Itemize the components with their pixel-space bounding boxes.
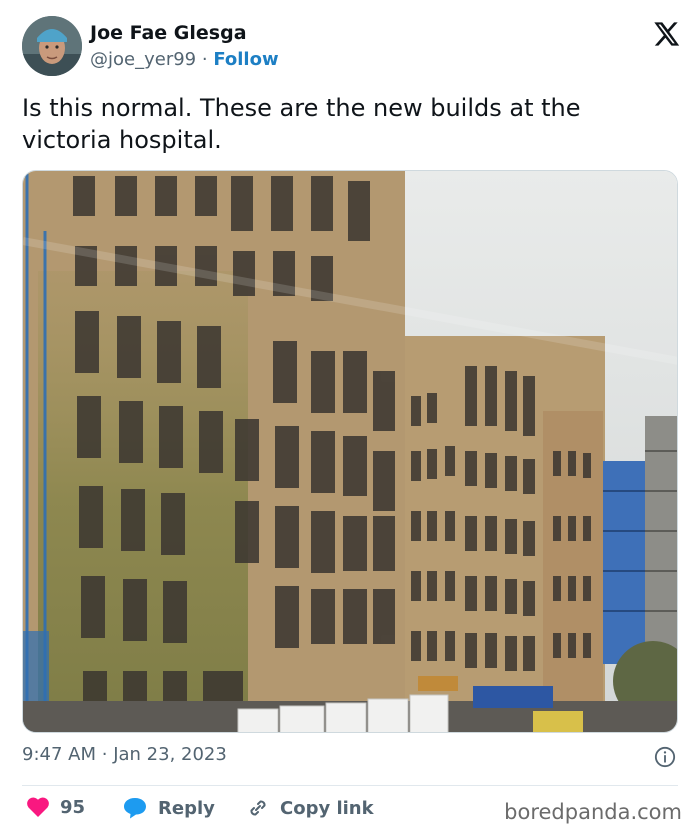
divider — [22, 785, 678, 786]
reply-button[interactable]: Reply — [122, 796, 215, 820]
heart-icon — [27, 797, 49, 817]
tweet-photo[interactable] — [22, 170, 678, 733]
reply-label: Reply — [158, 797, 215, 819]
watermark: boredpanda.com — [504, 800, 682, 824]
author-name[interactable]: Joe Fae Glesga — [90, 22, 247, 44]
follow-button[interactable]: Follow — [213, 49, 278, 70]
tweet-date[interactable]: Jan 23, 2023 — [113, 744, 227, 765]
timestamp-separator: · — [101, 744, 108, 765]
author-handle[interactable]: @joe_yer99 — [90, 49, 196, 70]
tweet-text: Is this normal. These are the new builds… — [22, 94, 581, 154]
avatar[interactable] — [22, 16, 82, 76]
copy-link-label: Copy link — [280, 797, 374, 819]
handle-row: @joe_yer99 · Follow — [90, 49, 279, 70]
separator-dot: · — [201, 49, 208, 70]
like-button[interactable]: 95 — [26, 796, 85, 818]
like-count: 95 — [60, 796, 86, 818]
x-logo-icon[interactable] — [652, 20, 680, 48]
tweet-time[interactable]: 9:47 AM — [22, 744, 96, 765]
info-icon[interactable] — [654, 746, 676, 768]
speech-bubble-icon — [124, 798, 146, 819]
timestamp-row: 9:47 AM · Jan 23, 2023 — [22, 744, 678, 774]
link-icon — [250, 800, 266, 816]
tweet-header: Joe Fae Glesga @joe_yer99 · Follow — [22, 16, 682, 78]
copy-link-button[interactable]: Copy link — [246, 796, 374, 820]
